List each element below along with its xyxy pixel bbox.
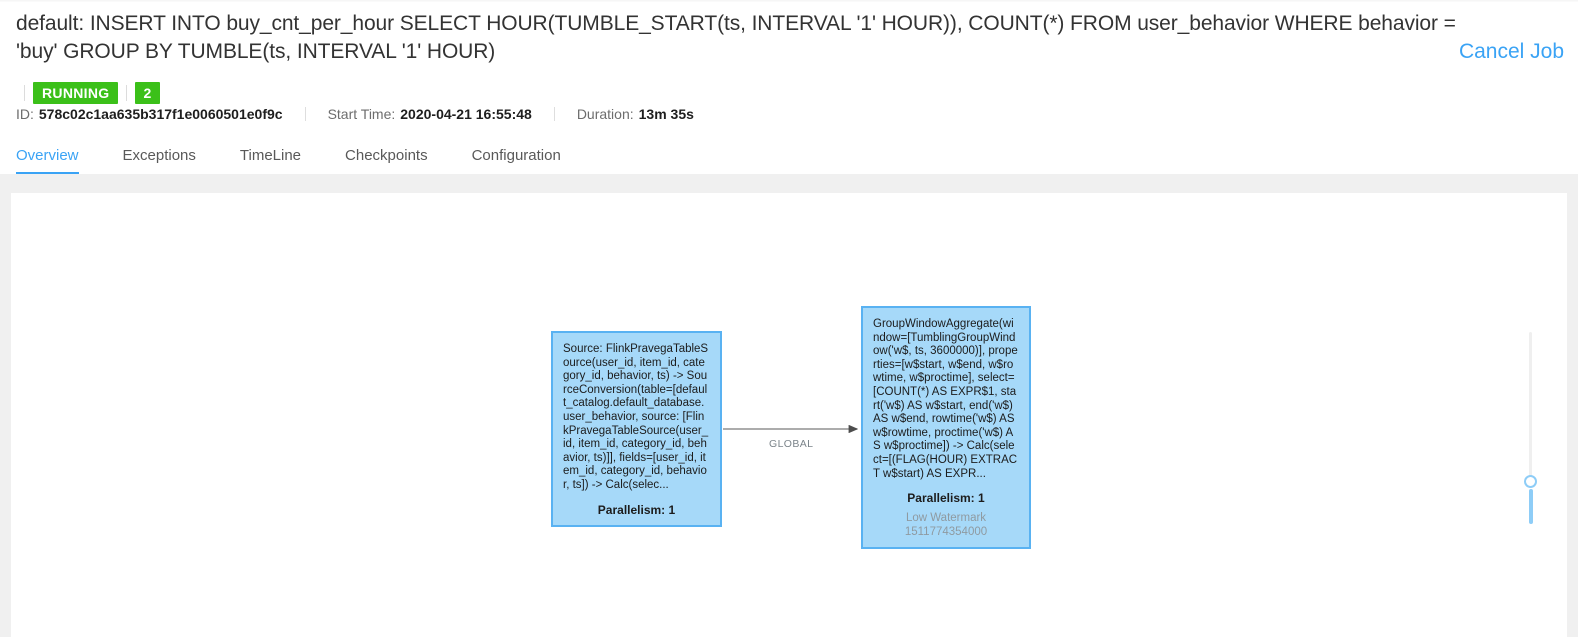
tab-bar: Overview Exceptions TimeLine Checkpoints… bbox=[0, 134, 1578, 174]
cancel-job-button[interactable]: Cancel Job bbox=[1459, 38, 1564, 66]
start-time-value: 2020-04-21 16:55:48 bbox=[400, 106, 532, 122]
job-id-label: ID: bbox=[16, 106, 34, 122]
page-title: default: INSERT INTO buy_cnt_per_hour SE… bbox=[16, 12, 1456, 63]
job-meta-row: ID: 578c02c1aa635b317f1e0060501e0f9c Sta… bbox=[16, 104, 694, 124]
zoom-slider-track[interactable] bbox=[1529, 332, 1532, 482]
low-watermark-label: Low Watermark bbox=[905, 512, 987, 525]
node-description: Source: FlinkPravegaTableSource(user_id,… bbox=[563, 343, 709, 491]
edge-label-global: GLOBAL bbox=[769, 438, 814, 450]
tab-checkpoints[interactable]: Checkpoints bbox=[345, 147, 428, 174]
status-badge: RUNNING bbox=[33, 82, 119, 104]
task-count-badge: 2 bbox=[135, 82, 160, 104]
start-time-label: Start Time: bbox=[327, 106, 396, 122]
zoom-slider-handle[interactable] bbox=[1524, 475, 1537, 488]
zoom-slider-fill bbox=[1529, 489, 1533, 524]
graph-zoom-slider[interactable] bbox=[1521, 332, 1539, 532]
badge-divider bbox=[24, 85, 25, 101]
tab-exceptions[interactable]: Exceptions bbox=[123, 147, 196, 174]
node-parallelism: Parallelism: 1 bbox=[597, 502, 676, 517]
tab-configuration[interactable]: Configuration bbox=[472, 147, 561, 174]
node-low-watermark: Low Watermark 1511774354000 bbox=[873, 511, 1019, 539]
meta-divider bbox=[553, 107, 555, 121]
duration-label: Duration: bbox=[576, 106, 634, 122]
node-parallelism: Parallelism: 1 bbox=[907, 491, 985, 506]
graph-node-source[interactable]: Source: FlinkPravegaTableSource(user_id,… bbox=[551, 331, 722, 527]
graph-edges bbox=[723, 424, 859, 434]
badge-divider bbox=[126, 85, 128, 101]
tab-overview[interactable]: Overview bbox=[16, 147, 79, 174]
low-watermark-value: 1511774354000 bbox=[904, 526, 988, 539]
duration-value: 13m 35s bbox=[638, 106, 694, 122]
job-header: default: INSERT INTO buy_cnt_per_hour SE… bbox=[0, 2, 1578, 130]
node-description: GroupWindowAggregate(window=[TumblingGro… bbox=[873, 318, 1018, 480]
graph-node-aggregate[interactable]: GroupWindowAggregate(window=[TumblingGro… bbox=[861, 306, 1031, 549]
job-graph-panel[interactable]: GLOBAL Source: FlinkPravegaTableSource(u… bbox=[11, 193, 1567, 637]
status-badge-row: RUNNING 2 bbox=[16, 82, 160, 104]
content-area: GLOBAL Source: FlinkPravegaTableSource(u… bbox=[0, 174, 1578, 637]
job-id-value: 578c02c1aa635b317f1e0060501e0f9c bbox=[38, 106, 283, 122]
meta-divider bbox=[304, 107, 306, 121]
tab-timeline[interactable]: TimeLine bbox=[240, 147, 301, 174]
